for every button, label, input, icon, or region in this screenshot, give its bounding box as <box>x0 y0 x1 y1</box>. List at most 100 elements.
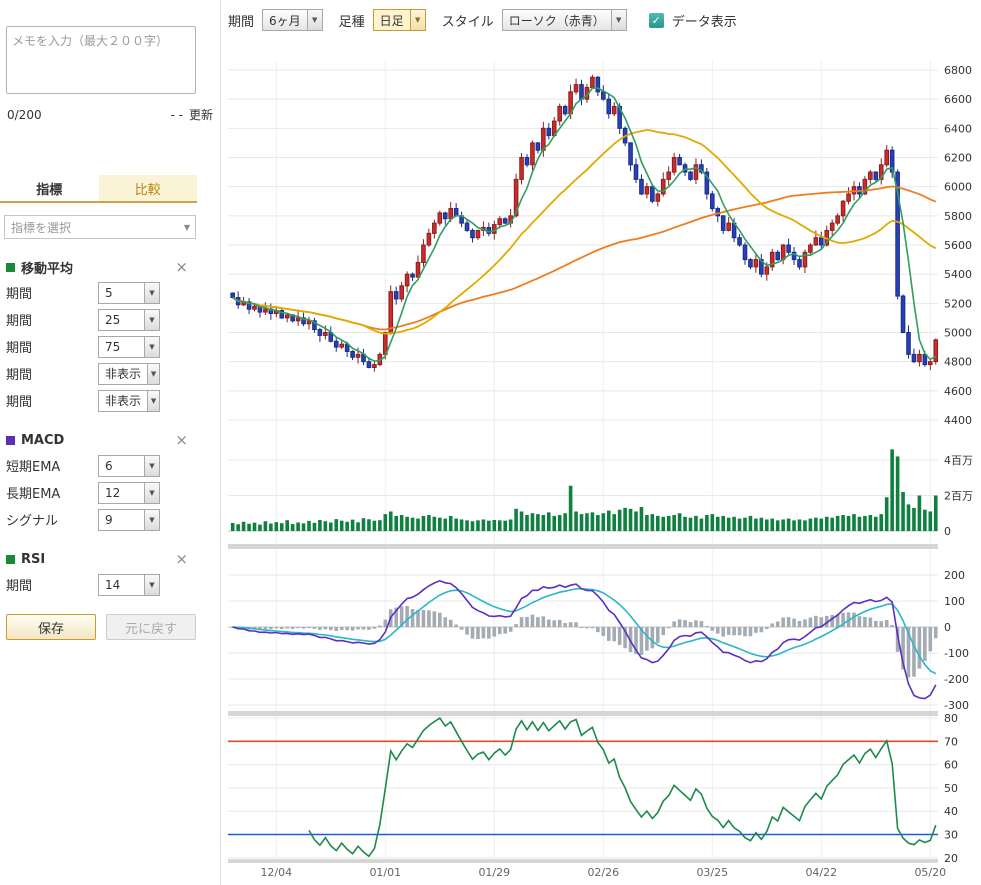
chart-svg: 12/04 01/01 01/29 02/26 03/25 04/22 05/20 6800 6… <box>228 55 981 885</box>
memo-input[interactable] <box>6 26 196 94</box>
chart-application: 0/200 - - 更新 指標比較 指標を選択 ▼ 移動平均×期間5▼期間25▼… <box>0 0 981 885</box>
svg-text:80: 80 <box>944 712 958 725</box>
indicator-select[interactable]: 指標を選択 ▼ <box>4 215 196 239</box>
svg-text:6200: 6200 <box>944 152 972 165</box>
svg-text:6400: 6400 <box>944 122 972 135</box>
bartype-label: 足種 <box>339 11 365 30</box>
indicator-select-value: 指標を選択 <box>5 219 179 236</box>
reset-button[interactable]: 元に戻す <box>106 614 196 640</box>
sidebar: 0/200 - - 更新 指標比較 指標を選択 ▼ 移動平均×期間5▼期間25▼… <box>0 0 221 885</box>
param-label: 期間 <box>6 283 98 302</box>
bartype-select-value: 日足 <box>374 10 410 30</box>
svg-text:100: 100 <box>944 595 965 608</box>
bartype-select[interactable]: 日足 ▼ <box>373 9 426 31</box>
close-icon[interactable]: × <box>175 552 188 567</box>
chevron-down-icon: ▼ <box>144 510 159 530</box>
param-label: 期間 <box>6 337 98 356</box>
data-display-label: データ表示 <box>672 11 737 30</box>
param-select[interactable]: 非表示▼ <box>98 363 160 385</box>
svg-text:01/29: 01/29 <box>478 866 510 879</box>
svg-text:2百万: 2百万 <box>944 490 973 503</box>
svg-text:05/20: 05/20 <box>914 866 946 879</box>
chevron-down-icon: ▼ <box>144 283 159 303</box>
svg-text:40: 40 <box>944 805 958 818</box>
svg-text:6000: 6000 <box>944 181 972 194</box>
param-label: 期間 <box>6 364 98 383</box>
param-label: シグナル <box>6 510 98 529</box>
svg-text:4百万: 4百万 <box>944 454 973 467</box>
memo-update-button[interactable]: 更新 <box>189 106 213 123</box>
svg-text:6800: 6800 <box>944 64 972 77</box>
param-select[interactable]: 14▼ <box>98 574 160 596</box>
indicator-title: RSI <box>21 552 45 567</box>
svg-text:4600: 4600 <box>944 385 972 398</box>
chevron-down-icon: ▼ <box>410 10 425 30</box>
param-label: 期間 <box>6 575 98 594</box>
style-select[interactable]: ローソク（赤青） ▼ <box>502 9 627 31</box>
param-select[interactable]: 5▼ <box>98 282 160 304</box>
indicator-sections: 移動平均×期間5▼期間25▼期間75▼期間非表示▼期間非表示▼MACD×短期EM… <box>0 255 220 598</box>
indicator-title: MACD <box>21 433 64 448</box>
svg-text:5600: 5600 <box>944 239 972 252</box>
memo-char-counter: 0/200 <box>7 108 42 122</box>
indicator-color-swatch <box>6 263 15 272</box>
svg-text:60: 60 <box>944 759 958 772</box>
svg-text:02/26: 02/26 <box>587 866 619 879</box>
svg-text:5200: 5200 <box>944 297 972 310</box>
period-select[interactable]: 6ヶ月 ▼ <box>262 9 323 31</box>
indicator-color-swatch <box>6 555 15 564</box>
param-select[interactable]: 9▼ <box>98 509 160 531</box>
svg-text:30: 30 <box>944 829 958 842</box>
data-display-checkbox[interactable]: ✓ <box>649 13 664 28</box>
param-select[interactable]: 75▼ <box>98 336 160 358</box>
svg-text:-200: -200 <box>944 673 969 686</box>
chevron-down-icon: ▼ <box>144 337 159 357</box>
svg-text:4800: 4800 <box>944 356 972 369</box>
chevron-down-icon: ▼ <box>179 223 195 232</box>
indicator-section: RSI × 期間14▼ <box>6 547 220 598</box>
tab-compare[interactable]: 比較 <box>99 175 198 201</box>
chevron-down-icon: ▼ <box>147 364 159 384</box>
period-label: 期間 <box>228 11 254 30</box>
indicator-title: 移動平均 <box>21 258 73 277</box>
svg-text:70: 70 <box>944 735 958 748</box>
svg-text:03/25: 03/25 <box>696 866 728 879</box>
svg-text:0: 0 <box>944 621 951 634</box>
close-icon[interactable]: × <box>175 260 188 275</box>
svg-text:6600: 6600 <box>944 93 972 106</box>
svg-text:04/22: 04/22 <box>805 866 837 879</box>
svg-text:4400: 4400 <box>944 414 972 427</box>
chart-canvas[interactable]: 12/04 01/01 01/29 02/26 03/25 04/22 05/20 6800 6… <box>228 55 981 885</box>
param-select[interactable]: 非表示▼ <box>98 390 160 412</box>
param-select[interactable]: 25▼ <box>98 309 160 331</box>
param-label: 長期EMA <box>6 483 98 502</box>
svg-text:-300: -300 <box>944 699 969 712</box>
param-select[interactable]: 6▼ <box>98 455 160 477</box>
param-label: 期間 <box>6 310 98 329</box>
style-label: スタイル <box>442 11 494 30</box>
indicator-section: MACD×短期EMA6▼長期EMA12▼シグナル9▼ <box>6 428 220 533</box>
svg-text:200: 200 <box>944 569 965 582</box>
indicator-section: 移動平均×期間5▼期間25▼期間75▼期間非表示▼期間非表示▼ <box>6 255 220 414</box>
close-icon[interactable]: × <box>175 433 188 448</box>
save-button[interactable]: 保存 <box>6 614 96 640</box>
svg-text:5400: 5400 <box>944 268 972 281</box>
param-select[interactable]: 12▼ <box>98 482 160 504</box>
chevron-down-icon: ▼ <box>144 575 159 595</box>
style-select-value: ローソク（赤青） <box>503 10 611 30</box>
memo-updated-time: - - <box>171 108 183 122</box>
svg-text:12/04: 12/04 <box>260 866 292 879</box>
chevron-down-icon: ▼ <box>307 10 322 30</box>
svg-text:0: 0 <box>944 525 951 538</box>
sidebar-tabs: 指標比較 <box>0 175 197 203</box>
chart-toolbar: 期間 6ヶ月 ▼ 足種 日足 ▼ スタイル ローソク（赤青） ▼ ✓ データ表示 <box>228 8 737 32</box>
svg-text:01/01: 01/01 <box>369 866 401 879</box>
svg-text:5000: 5000 <box>944 327 972 340</box>
chevron-down-icon: ▼ <box>144 483 159 503</box>
chevron-down-icon: ▼ <box>144 310 159 330</box>
period-select-value: 6ヶ月 <box>263 10 307 30</box>
param-label: 期間 <box>6 391 98 410</box>
svg-text:-100: -100 <box>944 647 969 660</box>
tab-indicators[interactable]: 指標 <box>0 175 99 201</box>
indicator-color-swatch <box>6 436 15 445</box>
